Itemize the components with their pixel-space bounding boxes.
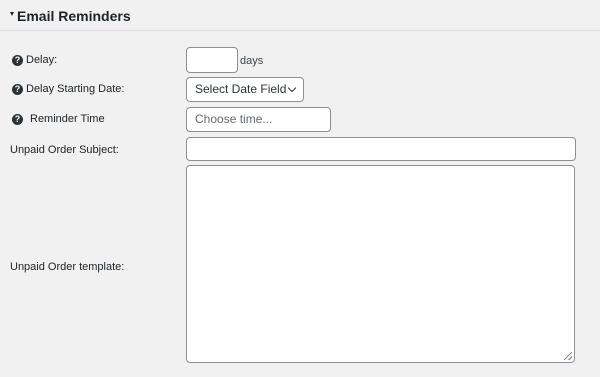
delay-starting-date-select[interactable]: Select Date Field <box>186 77 304 102</box>
unpaid-order-subject-input[interactable] <box>186 137 576 161</box>
delay-label: Delay: <box>26 54 58 66</box>
delay-unit-label: days <box>240 55 264 67</box>
delay-starting-date-value: Select Date Field <box>195 82 287 96</box>
reminder-time-input[interactable]: Choose time... <box>186 107 331 132</box>
question-circle-icon[interactable]: ? <box>12 55 23 66</box>
question-circle-icon[interactable]: ? <box>12 84 23 95</box>
question-circle-icon[interactable]: ? <box>12 114 23 125</box>
section-title: Email Reminders <box>17 8 131 24</box>
unpaid-order-subject-label: Unpaid Order Subject: <box>10 144 119 156</box>
delay-input[interactable] <box>186 47 238 73</box>
triangle-down-icon[interactable] <box>10 12 14 16</box>
resize-handle-icon[interactable] <box>564 352 572 360</box>
delay-starting-date-label: Delay Starting Date: <box>26 83 125 95</box>
chevron-down-icon <box>287 83 297 93</box>
unpaid-order-template-label: Unpaid Order template: <box>10 261 125 273</box>
unpaid-order-template-textarea[interactable] <box>186 165 575 363</box>
section-header[interactable]: Email Reminders <box>0 0 600 31</box>
reminder-time-placeholder: Choose time... <box>195 112 273 126</box>
reminder-time-label: Reminder Time <box>30 113 105 125</box>
